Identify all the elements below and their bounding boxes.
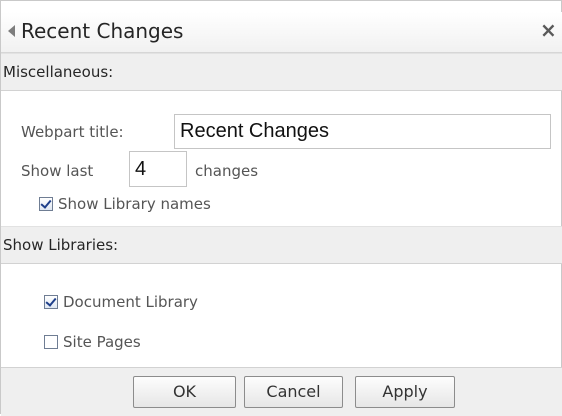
site-pages-label: Site Pages — [63, 333, 141, 351]
webpart-editor-panel: Recent Changes × Miscellaneous: Webpart … — [0, 0, 562, 416]
show-library-names-label: Show Library names — [58, 195, 211, 213]
show-library-names-checkbox[interactable] — [39, 197, 53, 211]
changes-label: changes — [195, 162, 259, 180]
close-icon[interactable]: × — [540, 18, 557, 42]
show-libraries-section-header: Show Libraries: — [1, 226, 562, 264]
apply-button[interactable]: Apply — [355, 376, 455, 408]
site-pages-checkbox[interactable] — [44, 335, 58, 349]
document-library-label: Document Library — [63, 293, 198, 311]
miscellaneous-header-label: Miscellaneous: — [3, 63, 114, 81]
collapse-arrow-icon[interactable] — [8, 25, 15, 37]
panel-title: Recent Changes — [21, 19, 184, 43]
miscellaneous-section-header: Miscellaneous: — [1, 53, 562, 91]
webpart-title-input[interactable] — [174, 114, 551, 149]
button-bar: OK Cancel Apply — [1, 367, 562, 416]
webpart-title-label: Webpart title: — [21, 123, 124, 141]
ok-button[interactable]: OK — [133, 376, 236, 408]
show-last-count-input[interactable] — [129, 151, 187, 187]
document-library-checkbox[interactable] — [44, 295, 58, 309]
show-last-label: Show last — [21, 162, 94, 180]
show-libraries-header-label: Show Libraries: — [3, 236, 119, 254]
cancel-button[interactable]: Cancel — [244, 376, 343, 408]
panel-titlebar: Recent Changes × — [1, 12, 562, 53]
